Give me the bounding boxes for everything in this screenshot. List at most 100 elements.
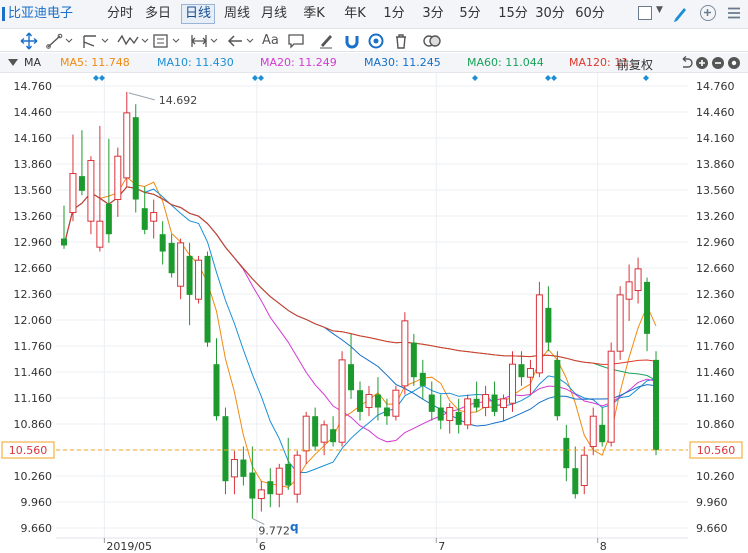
candle-body bbox=[392, 389, 400, 417]
price-tick-left: 13.260 bbox=[14, 210, 53, 223]
candle-body bbox=[526, 368, 534, 378]
eraser-icon[interactable] bbox=[318, 32, 334, 50]
candle-body bbox=[545, 307, 552, 343]
ma10-label: MA10: 11.430 bbox=[157, 56, 234, 69]
candle-body bbox=[320, 424, 328, 443]
candle-body bbox=[634, 268, 642, 292]
candle-body bbox=[249, 472, 256, 499]
checkbox-icon[interactable] bbox=[638, 6, 652, 20]
candle-body bbox=[159, 234, 166, 252]
add-circle-icon[interactable] bbox=[700, 5, 716, 21]
ma20-label: MA20: 11.249 bbox=[260, 56, 337, 69]
period-tab[interactable]: 年K bbox=[339, 4, 371, 24]
candle-body bbox=[141, 208, 148, 230]
candle-body bbox=[302, 415, 310, 452]
x-tick-label: 8 bbox=[600, 540, 607, 553]
menu-icon[interactable] bbox=[728, 7, 740, 19]
candle-body bbox=[482, 394, 490, 409]
candle-body bbox=[357, 390, 364, 412]
box-icon[interactable] bbox=[152, 32, 182, 50]
candle-body bbox=[222, 416, 229, 482]
arrow-icon[interactable] bbox=[226, 32, 256, 50]
event-marker: q bbox=[290, 520, 299, 534]
settings-icon[interactable] bbox=[727, 56, 741, 70]
period-tab[interactable]: 60分 bbox=[573, 4, 607, 24]
price-tick-right: 13.860 bbox=[696, 158, 735, 171]
period-tab[interactable]: 季K bbox=[299, 4, 329, 24]
adjust-mode-label[interactable]: 前复权 bbox=[617, 56, 653, 73]
price-tick-right: 9.660 bbox=[696, 522, 728, 535]
price-tick-right: 14.460 bbox=[696, 106, 735, 119]
kline-chart-svg[interactable]: 14.760 14.760 14.460 14.460 14.160 14.160 13.8… bbox=[0, 73, 748, 553]
x-tick-label: 7 bbox=[438, 540, 445, 553]
period-tab[interactable]: 周线 bbox=[221, 4, 253, 24]
eye-icon[interactable] bbox=[368, 32, 384, 50]
price-tick-left: 14.760 bbox=[14, 80, 53, 93]
candle-body bbox=[473, 398, 480, 408]
candle-body bbox=[563, 437, 570, 469]
comment-icon[interactable] bbox=[288, 32, 304, 50]
period-tab[interactable]: 月线 bbox=[258, 4, 290, 24]
price-tick-right: 10.260 bbox=[696, 470, 735, 483]
price-tick-left: 12.060 bbox=[14, 314, 53, 327]
price-tick-left: 11.160 bbox=[14, 392, 53, 405]
candle-body bbox=[230, 459, 238, 478]
candle-body bbox=[204, 255, 211, 343]
dropdown-arrow-icon[interactable]: ▼ bbox=[656, 5, 663, 15]
candle-body bbox=[96, 220, 104, 248]
ma30-label: MA30: 11.245 bbox=[364, 56, 441, 69]
price-tick-left: 13.860 bbox=[14, 158, 53, 171]
stock-name[interactable]: 比亚迪电子 bbox=[2, 4, 79, 24]
price-tick-left: 12.960 bbox=[14, 236, 53, 249]
candle-body bbox=[177, 242, 185, 287]
draw-pen-icon[interactable] bbox=[672, 3, 688, 23]
wave-icon[interactable] bbox=[116, 32, 150, 50]
magnet-icon[interactable] bbox=[344, 32, 360, 50]
period-tab[interactable]: 30分 bbox=[533, 4, 567, 24]
price-tick-left: 9.960 bbox=[21, 496, 53, 509]
price-tick-right: 9.960 bbox=[696, 496, 728, 509]
candle-body bbox=[61, 238, 67, 246]
price-tick-right: 14.160 bbox=[696, 132, 735, 145]
collapse-arrow-icon[interactable] bbox=[8, 59, 18, 67]
period-tab[interactable]: 3分 bbox=[419, 4, 447, 24]
candle-body bbox=[410, 342, 417, 378]
price-tick-left: 12.660 bbox=[14, 262, 53, 275]
candle-body bbox=[535, 294, 543, 374]
candle-body bbox=[419, 372, 426, 386]
measure-icon[interactable] bbox=[190, 32, 220, 50]
period-tab[interactable]: 5分 bbox=[456, 4, 484, 24]
price-tick-right: 12.960 bbox=[696, 236, 735, 249]
period-tab[interactable]: 15分 bbox=[496, 4, 530, 24]
current-price-label-right: 10.560 bbox=[697, 444, 736, 457]
price-tick-left: 12.360 bbox=[14, 288, 53, 301]
undo-icon[interactable] bbox=[679, 56, 693, 70]
toggle-icon[interactable] bbox=[422, 32, 442, 50]
candle-body bbox=[464, 398, 472, 426]
low-annotation: 9.772 bbox=[258, 524, 290, 537]
line-icon[interactable] bbox=[46, 32, 74, 50]
period-tab[interactable]: 分时 bbox=[104, 4, 136, 24]
zoom-in-icon[interactable] bbox=[695, 56, 709, 70]
text-icon[interactable]: Aa bbox=[262, 32, 282, 50]
candle-body bbox=[644, 281, 651, 334]
zoom-out-icon[interactable] bbox=[711, 56, 725, 70]
pattern-icon[interactable] bbox=[82, 32, 110, 50]
candle-body bbox=[257, 489, 265, 500]
trash-icon[interactable] bbox=[393, 32, 409, 50]
period-tab[interactable]: 1分 bbox=[379, 4, 409, 24]
price-tick-left: 14.160 bbox=[14, 132, 53, 145]
period-tab[interactable]: 多日 bbox=[142, 4, 174, 24]
candle-body bbox=[195, 259, 203, 300]
kline-chart[interactable]: 14.760 14.760 14.460 14.460 14.160 14.160 13.8… bbox=[0, 73, 748, 553]
move-icon[interactable] bbox=[20, 32, 38, 50]
price-tick-right: 13.560 bbox=[696, 184, 735, 197]
candle-body bbox=[365, 394, 373, 409]
candle-body bbox=[105, 203, 112, 235]
ma-prefix: MA bbox=[24, 56, 42, 69]
candle-body bbox=[599, 424, 606, 443]
candle-body bbox=[87, 160, 95, 222]
candle-body bbox=[213, 364, 220, 417]
candle-body bbox=[123, 112, 131, 179]
period-tab[interactable]: 日线 bbox=[181, 4, 215, 24]
